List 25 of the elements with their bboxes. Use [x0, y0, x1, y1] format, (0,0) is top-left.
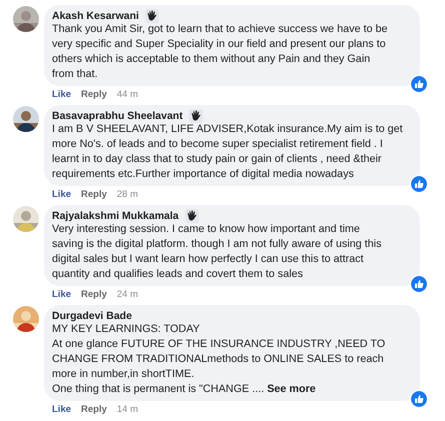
reply-link[interactable]: Reply — [81, 404, 107, 415]
like-link[interactable]: Like — [52, 189, 72, 200]
timestamp: 14 m — [116, 404, 138, 415]
like-reaction-icon[interactable] — [410, 390, 428, 408]
like-reaction-icon[interactable] — [410, 275, 428, 293]
timestamp: 44 m — [116, 89, 138, 100]
see-more-link[interactable]: See more — [264, 383, 316, 395]
comment-text: I am B V SHEELAVANT, LIFE ADVISER,Kotak insurance.My aim is to get more No's. of leads and to become super specialist retirement field . I learnt in to day class that to study pain or gain of clients , need &their requirements etc.Further importance of digital media nowadays — [52, 122, 404, 182]
timestamp: 28 m — [116, 189, 138, 200]
reply-link[interactable]: Reply — [81, 289, 107, 300]
like-reaction-icon[interactable] — [410, 75, 428, 93]
like-link[interactable]: Like — [52, 404, 72, 415]
author-name[interactable]: Basavaprabhu Sheelavant — [52, 110, 183, 122]
reply-link[interactable]: Reply — [81, 89, 107, 100]
like-link[interactable]: Like — [52, 289, 72, 300]
comment-text: MY KEY LEARNINGS: TODAY At one glance FUTURE OF THE INSURANCE INDUSTRY ,NEED TO CHANGE FROM TRADITIONALmethods to ONLINE SALES to reach more in number,in shortTIME. One thing that is permanent is "CHANGE .... See more — [52, 322, 386, 397]
like-link[interactable]: Like — [52, 89, 72, 100]
like-reaction-icon[interactable] — [410, 175, 428, 193]
comment-text: Thank you Amit Sir, got to learn that to achieve success we have to be very specific and Super Speciality in our field and present our plans to others which is acceptable to them without any Pain and they Gain from that. — [52, 22, 388, 82]
timestamp: 24 m — [116, 289, 138, 300]
author-name[interactable]: Durgadevi Bade — [52, 310, 132, 322]
author-name[interactable]: Akash Kesarwani — [52, 10, 139, 22]
author-name[interactable]: Rajyalakshmi Mukkamala — [52, 210, 179, 222]
comment-text: Very interesting session. I came to know how important and time saving is the digital platform. though I am not fully aware of using this digital sales but I want learn how perfectly I can use this to attract quantity and qualifies leads and covert them to sales — [52, 222, 382, 282]
reply-link[interactable]: Reply — [81, 189, 107, 200]
